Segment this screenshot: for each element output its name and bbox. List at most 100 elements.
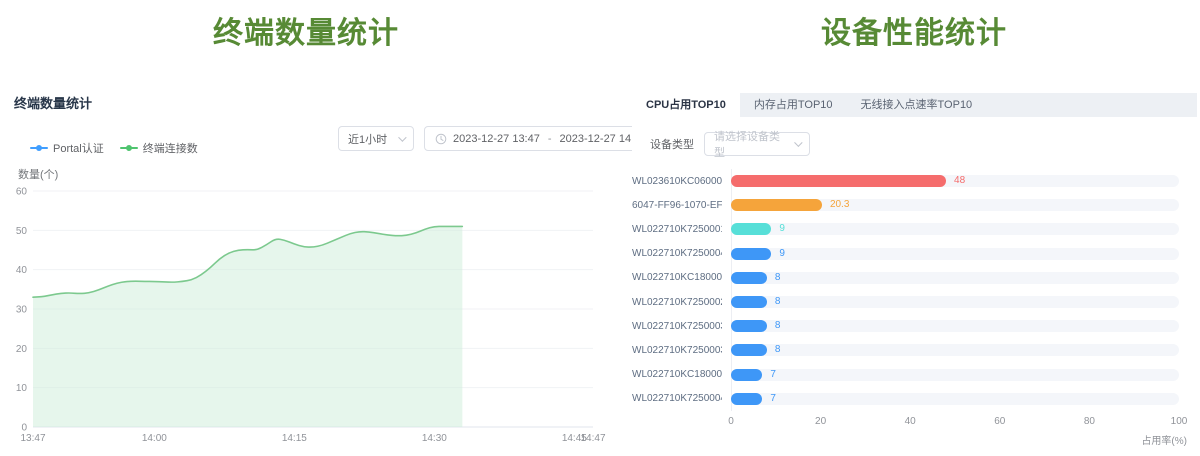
bar-row: 6047-FF96-1070-EF0A 20.3 [632,193,1179,217]
bar-track: 8 [731,344,1179,356]
bar-x-axis-unit: 占用率(%) [632,432,1197,447]
bar-track: 48 [731,175,1179,187]
bar-row: WL022710K725000470 7 [632,387,1179,411]
device-performance-heading: 设备性能统计 [632,8,1196,52]
bar-row: WL022710K725000272 8 [632,290,1179,314]
chevron-down-icon [398,133,406,141]
y-tick-label: 0 [21,423,27,434]
bar-track: 8 [731,296,1179,308]
bar-fill [731,223,771,235]
tab-内存占用TOP10[interactable]: 内存占用TOP10 [740,93,847,117]
terminal-count-area-chart: 010203040506013:4714:0014:1514:3014:4514… [0,160,612,456]
chevron-down-icon [794,138,802,146]
bar-row: WL022710KC18000280 8 [632,266,1179,290]
legend-item[interactable]: 终端连接数 [120,140,198,156]
bar-row: WL022710KC18000372 7 [632,363,1179,387]
bar-device-label: WL023610KC06000043 [632,176,722,187]
bar-x-tick-label: 60 [994,416,1005,427]
bar-fill [731,393,762,405]
bar-device-label: WL022710K725000307 [632,321,722,332]
bar-fill [731,296,767,308]
bar-track: 9 [731,223,1179,235]
bar-device-label: WL022710K725000102 [632,224,722,235]
legend-line-dot-icon [120,144,138,152]
x-tick-label: 14:00 [142,433,167,444]
bar-device-label: WL022710K725000409 [632,248,722,259]
bar-x-tick-label: 100 [1171,416,1188,427]
device-type-filter-row: 设备类型 请选择设备类型 [650,132,1197,156]
x-tick-label: 14:47 [580,433,605,444]
device-type-placeholder: 请选择设备类型 [714,128,786,160]
bar-track: 8 [731,320,1179,332]
bar-fill [731,320,767,332]
bar-fill [731,199,822,211]
legend-label: Portal认证 [53,140,104,156]
bar-device-label: WL022710K725000369 [632,345,722,356]
bar-value-label: 7 [770,369,776,381]
bar-value-label: 48 [954,175,965,187]
time-range-value: 近1小时 [348,131,387,147]
cpu-top10-bar-chart: WL023610KC06000043 48 6047-FF96-1070-EF0… [632,169,1197,411]
chart-filter-controls: 近1小时 2023-12-27 13:47 - 2023-12-27 14:47 [338,126,657,151]
bar-x-tick-label: 0 [728,416,734,427]
bar-x-tick-label: 20 [815,416,826,427]
bar-value-label: 8 [775,296,781,308]
bar-row: WL022710K725000307 8 [632,314,1179,338]
area-fill [33,226,462,427]
bar-track: 8 [731,272,1179,284]
y-tick-label: 60 [16,187,28,198]
bar-fill [731,272,767,284]
clock-icon [435,133,447,145]
date-separator: - [548,133,552,145]
device-type-select[interactable]: 请选择设备类型 [704,132,810,156]
terminal-panel-title: 终端数量统计 [14,93,92,112]
bar-device-label: WL022710KC18000372 [632,369,722,380]
date-start: 2023-12-27 13:47 [453,133,540,145]
bar-value-label: 20.3 [830,199,849,211]
bar-fill [731,248,771,260]
bar-row: WL022710K725000369 8 [632,338,1179,362]
time-range-select[interactable]: 近1小时 [338,126,414,151]
bar-track: 7 [731,393,1179,405]
bar-row: WL023610KC06000043 48 [632,169,1179,193]
bar-device-label: WL022710K725000470 [632,393,722,404]
bar-fill [731,175,946,187]
x-tick-label: 14:15 [282,433,307,444]
bar-x-axis: 020406080100 [731,416,1179,430]
bar-value-label: 8 [775,272,781,284]
bar-value-label: 8 [775,344,781,356]
performance-tabs: CPU占用TOP10内存占用TOP10无线接入点速率TOP10 [632,93,1197,117]
legend-item[interactable]: Portal认证 [30,140,104,156]
dashboard: 终端数量统计 设备性能统计 终端数量统计 近1小时 2023-12-27 13:… [0,0,1200,456]
bar-fill [731,344,767,356]
bar-value-label: 8 [775,320,781,332]
bar-row: WL022710K725000409 9 [632,242,1179,266]
device-performance-card: CPU占用TOP10内存占用TOP10无线接入点速率TOP10 设备类型 请选择… [632,93,1197,453]
tab-无线接入点速率TOP10[interactable]: 无线接入点速率TOP10 [847,93,987,117]
bar-x-tick-label: 40 [905,416,916,427]
bar-value-label: 9 [779,223,785,235]
bar-track: 7 [731,369,1179,381]
bar-x-tick-label: 80 [1084,416,1095,427]
chart-legend: Portal认证 终端连接数 [30,140,198,156]
y-tick-label: 20 [16,344,28,355]
bar-track: 20.3 [731,199,1179,211]
legend-label: 终端连接数 [143,140,198,156]
bar-track: 9 [731,248,1179,260]
y-tick-label: 10 [16,383,28,394]
date-range-picker[interactable]: 2023-12-27 13:47 - 2023-12-27 14:47 [424,126,657,151]
bar-value-label: 9 [779,248,785,260]
tab-CPU占用TOP10[interactable]: CPU占用TOP10 [632,93,740,117]
y-tick-label: 50 [16,226,28,237]
device-type-label: 设备类型 [650,136,694,152]
y-tick-label: 40 [16,265,28,276]
bar-device-label: WL022710KC18000280 [632,272,722,283]
x-tick-label: 13:47 [20,433,45,444]
bar-device-label: WL022710K725000272 [632,297,722,308]
y-tick-label: 30 [16,305,28,316]
bar-value-label: 7 [770,393,776,405]
bar-fill [731,369,762,381]
terminal-stats-heading: 终端数量统计 [0,8,612,52]
x-tick-label: 14:30 [422,433,447,444]
bar-device-label: 6047-FF96-1070-EF0A [632,200,722,211]
